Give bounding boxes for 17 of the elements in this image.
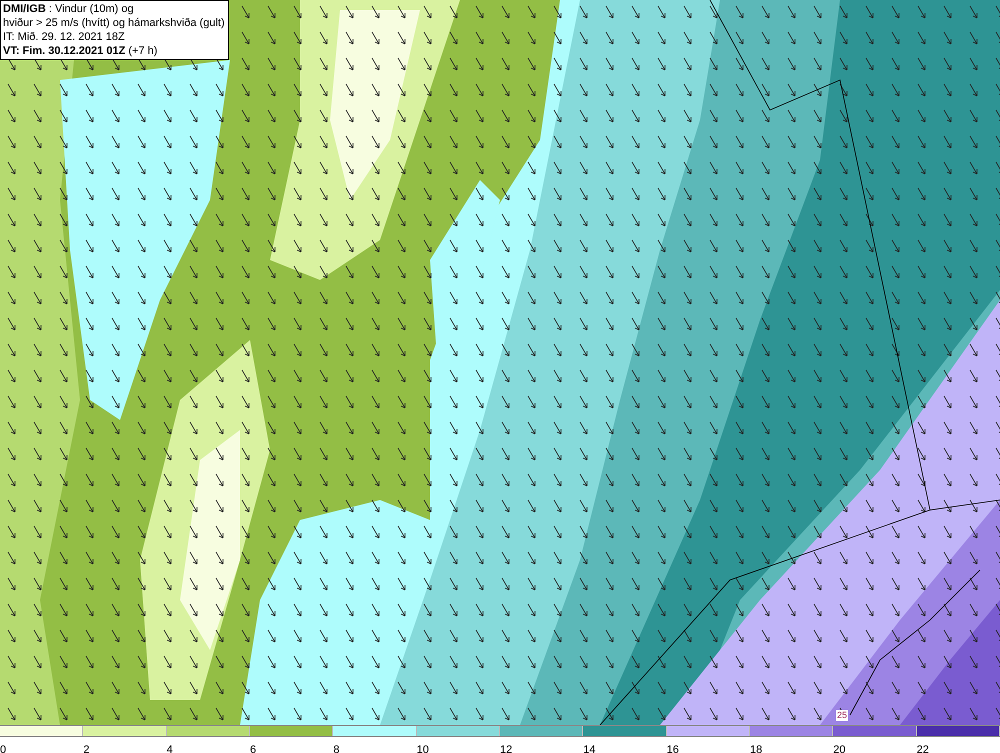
legend-tick-label: 10	[416, 744, 429, 753]
title-line: IT: Mið. 29. 12. 2021 18Z	[3, 30, 126, 44]
title-line: hviður > 25 m/s (hvítt) og hámarkshviða (gult)	[3, 16, 226, 30]
legend-tick-label: 4	[166, 744, 173, 753]
legend-tick-label: 2	[83, 744, 90, 753]
title-line: VT: Fim. 30.12.2021 01Z (+7 h)	[3, 44, 158, 58]
legend-tick-label: 18	[750, 744, 762, 753]
legend-tick-label: 16	[666, 744, 679, 753]
title-line: DMI/IGB : Vindur (10m) og	[3, 2, 135, 16]
legend-tick-label: 0	[0, 744, 6, 753]
legend-tick-label: 12	[500, 744, 512, 753]
contour-label: 25	[836, 710, 848, 721]
legend-tick-label: 6	[250, 744, 256, 753]
legend-tick-label: 8	[333, 744, 340, 753]
legend-tick-label: 20	[833, 744, 846, 753]
legend-tick-label: 22	[916, 744, 929, 753]
legend-tick-label: 14	[583, 744, 596, 753]
